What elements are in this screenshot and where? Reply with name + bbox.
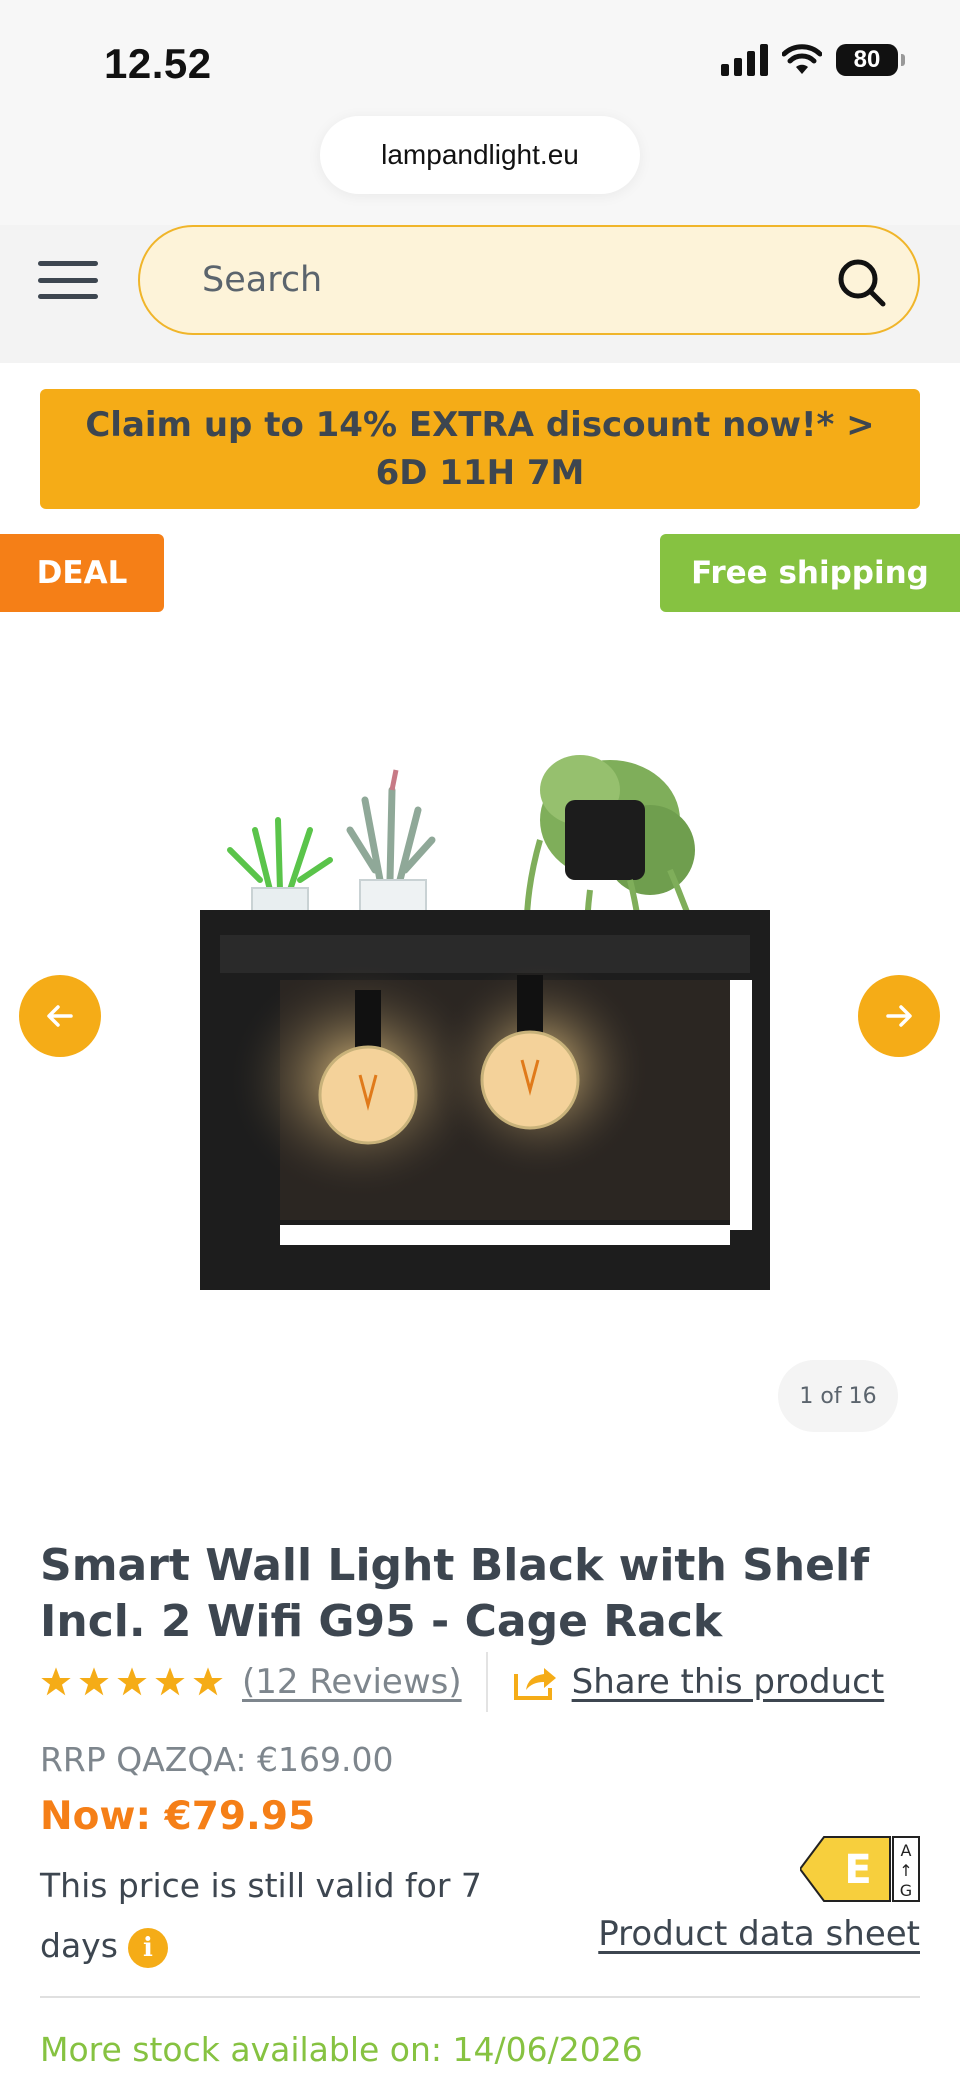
deal-badge: DEAL <box>0 534 164 612</box>
search-icon[interactable] <box>834 255 888 309</box>
price-validity: This price is still valid for 7 days i <box>40 1856 560 1976</box>
star-icon <box>79 1667 109 1696</box>
arrow-right-icon <box>886 1005 912 1027</box>
promo-banner[interactable]: Claim up to 14% EXTRA discount now!* > 6… <box>40 389 920 509</box>
arrow-left-icon <box>47 1005 73 1027</box>
energy-label-icon[interactable]: E A ↑ G <box>800 1836 920 1902</box>
energy-scale-top: A <box>901 1841 912 1860</box>
menu-icon[interactable] <box>38 255 98 305</box>
product-title: Smart Wall Light Black with Shelf Incl. … <box>40 1540 870 1647</box>
promo-countdown: 6D 11H 7M <box>375 453 585 493</box>
share-link[interactable]: Share this product <box>572 1662 885 1702</box>
price-validity-text: This price is still valid for 7 days <box>40 1866 482 1965</box>
promo-text: Claim up to 14% EXTRA discount now!* > <box>85 405 875 445</box>
star-rating <box>40 1666 224 1698</box>
energy-class: E <box>844 1847 871 1893</box>
image-counter: 1 of 16 <box>778 1360 898 1432</box>
search-input[interactable]: Search <box>138 225 920 335</box>
previous-image-button[interactable] <box>19 975 101 1057</box>
star-icon <box>41 1667 71 1696</box>
star-icon <box>117 1667 147 1696</box>
divider <box>485 1652 488 1712</box>
search-placeholder: Search <box>202 260 323 300</box>
free-shipping-badge: Free shipping <box>660 534 960 612</box>
star-icon <box>155 1667 185 1696</box>
cellular-signal-icon <box>721 44 768 76</box>
status-time: 12.52 <box>104 40 212 87</box>
star-icon <box>193 1667 223 1696</box>
share-icon[interactable] <box>512 1662 558 1702</box>
reviews-link[interactable]: (12 Reviews) <box>242 1662 462 1702</box>
product-data-sheet-link[interactable]: Product data sheet <box>598 1914 920 1954</box>
next-image-button[interactable] <box>858 975 940 1057</box>
energy-scale-arrow: ↑ <box>899 1861 912 1880</box>
section-divider <box>40 1996 920 1998</box>
battery-icon: 80 <box>836 44 905 76</box>
product-gallery: 1 of 16 <box>0 620 960 1450</box>
current-price: Now: €79.95 <box>40 1794 316 1839</box>
energy-scale-bottom: G <box>900 1881 912 1900</box>
rating-row: (12 Reviews) Share this product <box>40 1652 920 1712</box>
wifi-icon <box>782 44 822 74</box>
url-bar[interactable]: lampandlight.eu <box>320 116 640 194</box>
product-image[interactable] <box>160 710 800 1370</box>
rrp-price: RRP QAZQA: €169.00 <box>40 1740 394 1779</box>
info-icon[interactable]: i <box>127 1927 168 1968</box>
status-icons: 80 <box>721 44 905 76</box>
site-header: Search <box>0 225 960 363</box>
status-bar: 12.52 80 lampandlight.eu <box>0 0 960 225</box>
stock-info: More stock available on: 14/06/2026 <box>40 2030 643 2069</box>
